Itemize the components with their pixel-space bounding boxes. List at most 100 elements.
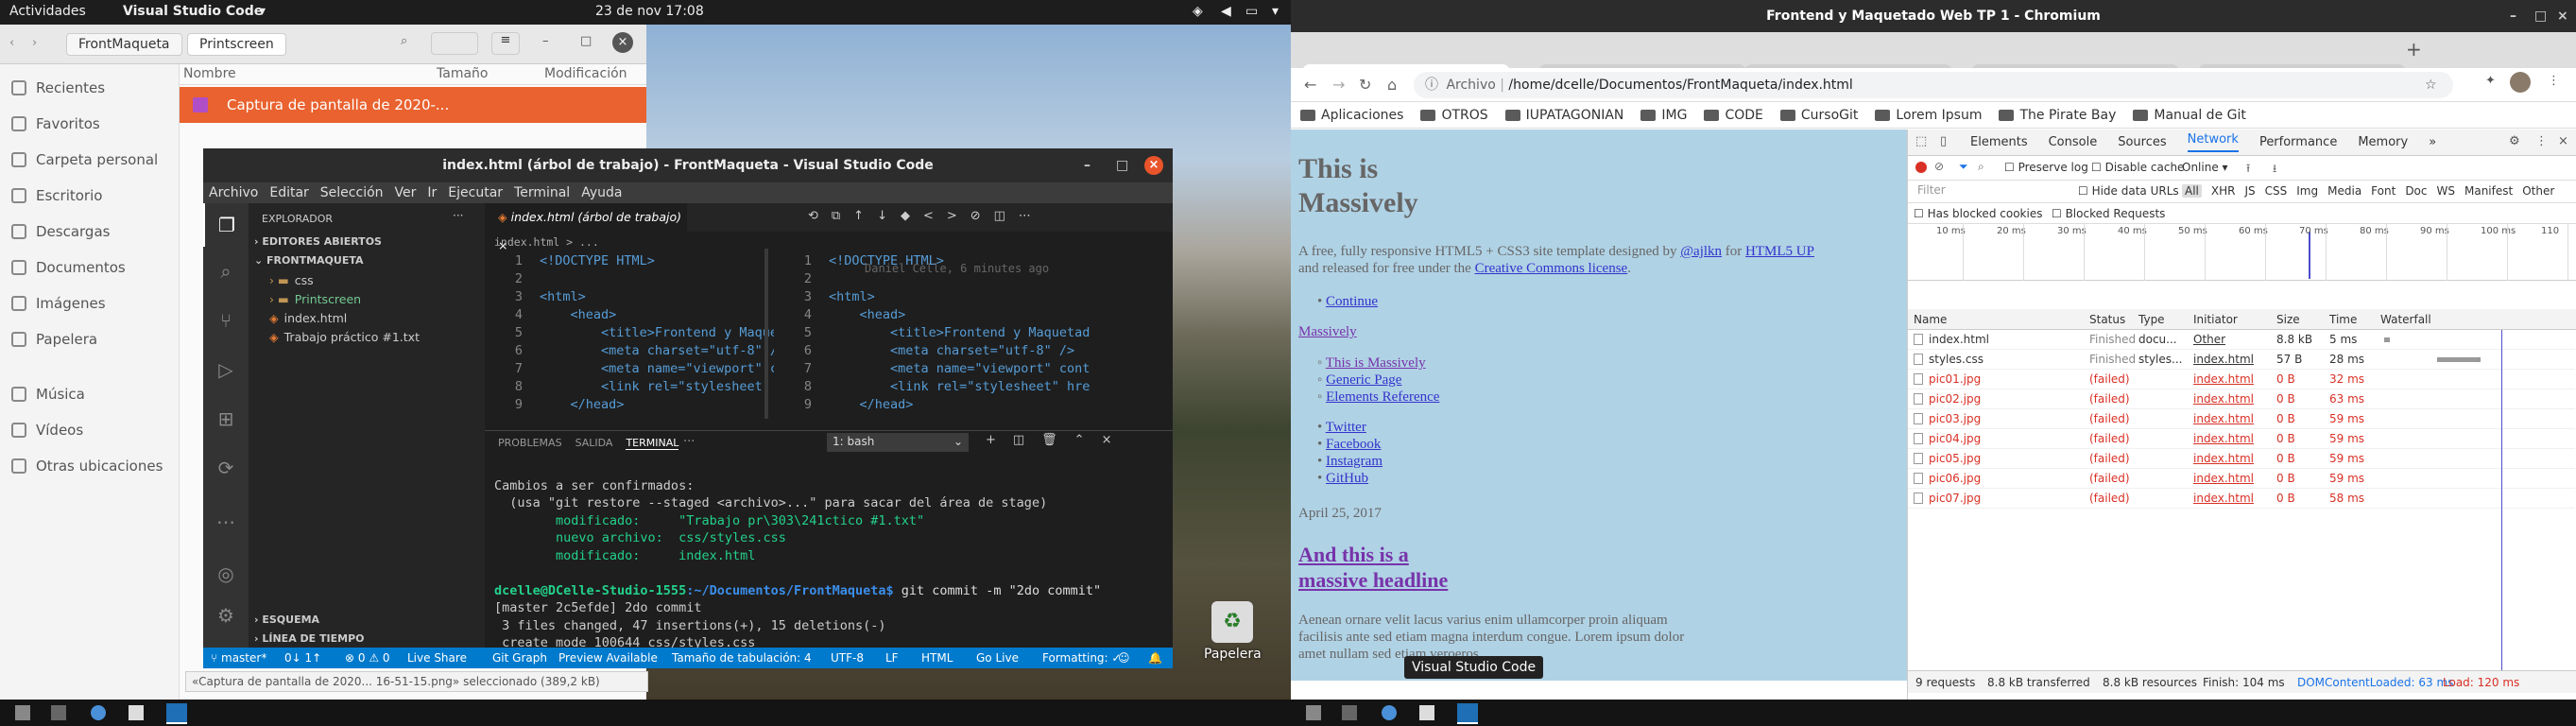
panel-tab[interactable]: PROBLEMAS bbox=[498, 437, 562, 450]
gear-icon[interactable]: ⚙ bbox=[2509, 134, 2520, 148]
editor-tab-active[interactable]: ◈ index.html (árbol de trabajo) × bbox=[485, 203, 687, 252]
column-header[interactable]: Size bbox=[2276, 313, 2300, 326]
preview-status[interactable]: Preview Available bbox=[558, 648, 658, 668]
request-row[interactable]: pic06.jpg (failed) index.html 0 B 59 ms bbox=[1908, 469, 2575, 489]
sidebar-item[interactable]: Papelera bbox=[0, 321, 179, 357]
open-editors-section[interactable]: › EDITORES ABIERTOS bbox=[254, 235, 382, 248]
volume-icon[interactable]: ◀ bbox=[1221, 4, 1231, 19]
sidebar-item[interactable]: Recientes bbox=[0, 70, 179, 106]
cell-init[interactable]: index.html bbox=[2193, 452, 2254, 465]
bookmark[interactable]: CursoGit bbox=[1779, 108, 1858, 123]
column-header[interactable]: Name bbox=[1914, 313, 1947, 326]
column-size[interactable]: Tamaño bbox=[437, 66, 488, 81]
devtools-tab[interactable]: Sources bbox=[2118, 135, 2166, 149]
disable-cache-checkbox[interactable]: ☐ Disable cache bbox=[2091, 161, 2184, 174]
feedback-icon[interactable]: ☺ bbox=[1118, 648, 1130, 668]
nav-link[interactable]: Elements Reference bbox=[1326, 389, 1439, 405]
shell-select[interactable]: 1: bash ⌄ bbox=[827, 433, 969, 452]
menu-item[interactable]: Editar bbox=[269, 185, 308, 200]
bookmark[interactable]: Aplicaciones bbox=[1300, 108, 1403, 123]
panel-tab[interactable]: TERMINAL bbox=[626, 437, 679, 450]
request-row[interactable]: pic05.jpg (failed) index.html 0 B 59 ms bbox=[1908, 449, 2575, 469]
cell-init[interactable]: Other bbox=[2193, 333, 2225, 346]
request-row[interactable]: pic01.jpg (failed) index.html 0 B 32 ms bbox=[1908, 370, 2575, 389]
tree-item[interactable]: ◈ Trabajo práctico #1.txt bbox=[269, 328, 420, 347]
golive-button[interactable]: Go Live bbox=[976, 648, 1019, 668]
continue-link[interactable]: Continue bbox=[1326, 294, 1378, 309]
editor-app-icon[interactable] bbox=[1419, 705, 1434, 720]
panel-actions[interactable]: +◫🗑⌃× bbox=[986, 433, 1128, 447]
wifi-icon[interactable]: ◈ bbox=[1193, 4, 1203, 19]
hide-data-urls-checkbox[interactable]: ☐ Hide data URLs bbox=[2078, 184, 2179, 198]
type-filter[interactable]: WS bbox=[2437, 184, 2455, 198]
home-icon[interactable]: ⌂ bbox=[1387, 76, 1397, 94]
type-filter[interactable]: Media bbox=[2327, 184, 2361, 198]
bookmark[interactable]: IUPATAGONIAN bbox=[1504, 108, 1623, 123]
gitgraph-button[interactable]: Git Graph bbox=[492, 648, 547, 668]
maximize-icon[interactable]: □ bbox=[2534, 0, 2547, 32]
extensions-icon[interactable]: ✦ bbox=[2485, 74, 2496, 88]
cell-init[interactable]: index.html bbox=[2193, 412, 2254, 425]
minimize-icon[interactable]: – bbox=[2510, 0, 2516, 32]
request-row[interactable]: pic02.jpg (failed) index.html 0 B 63 ms bbox=[1908, 389, 2575, 409]
sidebar-item[interactable]: Documentos bbox=[0, 250, 179, 285]
search-icon[interactable]: ⌕ bbox=[401, 34, 407, 48]
avatar[interactable] bbox=[2510, 72, 2531, 93]
editor-right[interactable]: 1 <!DOCTYPE HTML> 2 3 <html> 4 <head> 5 <title… bbox=[774, 252, 1133, 423]
menu-item[interactable]: Terminal bbox=[514, 185, 570, 200]
cell-init[interactable]: index.html bbox=[2193, 432, 2254, 445]
type-filter[interactable]: JS bbox=[2244, 184, 2255, 198]
more-icon[interactable]: ··· bbox=[683, 435, 695, 449]
menu-item[interactable]: Ayuda bbox=[581, 185, 622, 200]
close-icon[interactable]: × bbox=[2557, 0, 2568, 32]
sync-indicator[interactable]: 0↓ 1↑ bbox=[284, 648, 321, 668]
request-row[interactable]: pic04.jpg (failed) index.html 0 B 59 ms bbox=[1908, 429, 2575, 449]
menu-item[interactable]: Ir bbox=[427, 185, 437, 200]
editor-actions[interactable]: ⟲⧉↑↓◆<>⊘◫⋯ bbox=[808, 209, 1044, 223]
editor-left[interactable]: 1 <!DOCTYPE HTML> 2 3 <html> 4 <head> 5 <title… bbox=[485, 252, 800, 423]
devtools-tab[interactable]: Console bbox=[2049, 135, 2098, 149]
panel-tab[interactable]: SALIDA bbox=[575, 437, 613, 450]
back-icon[interactable]: ← bbox=[1304, 76, 1316, 94]
clear-icon[interactable]: ⊘ bbox=[1934, 160, 1944, 173]
type-filter[interactable]: Doc bbox=[2405, 184, 2427, 198]
column-modified[interactable]: Modificación bbox=[544, 66, 627, 81]
cell-init[interactable]: index.html bbox=[2193, 372, 2254, 386]
eol[interactable]: LF bbox=[885, 648, 899, 668]
branch-indicator[interactable]: ⑂ master* bbox=[211, 648, 266, 668]
devtools-tab[interactable]: Memory bbox=[2358, 135, 2408, 149]
more-icon[interactable]: … bbox=[203, 493, 249, 542]
language-mode[interactable]: HTML bbox=[921, 648, 953, 668]
run-debug-icon[interactable]: ▷ bbox=[203, 345, 249, 394]
file-row-selected[interactable]: Captura de pantalla de 2020-... bbox=[180, 87, 646, 123]
remote-icon[interactable]: ⟳ bbox=[203, 443, 249, 493]
scrollbar[interactable] bbox=[764, 249, 768, 419]
timeline-overview[interactable]: 10 ms 20 ms 30 ms 40 ms 50 ms 60 ms 70 ms 80 ms… bbox=[1908, 224, 2576, 281]
devtools-tab[interactable]: Performance bbox=[2259, 135, 2337, 149]
kebab-menu-icon[interactable]: ⋮ bbox=[2535, 134, 2548, 148]
search-icon[interactable]: ⌕ bbox=[203, 247, 249, 296]
star-icon[interactable]: ☆ bbox=[2425, 72, 2437, 98]
back-icon[interactable]: ‹ bbox=[9, 36, 14, 50]
bookmark[interactable]: CODE bbox=[1704, 108, 1763, 123]
menu-item[interactable]: Ejecutar bbox=[448, 185, 503, 200]
minimize-icon[interactable]: – bbox=[1084, 148, 1091, 182]
column-name[interactable]: Nombre bbox=[183, 66, 236, 81]
type-filter[interactable]: CSS bbox=[2265, 184, 2288, 198]
forward-icon[interactable]: → bbox=[1332, 76, 1345, 94]
tree-item[interactable]: ◈ index.html bbox=[269, 309, 420, 328]
nav-link[interactable]: This is Massively bbox=[1326, 355, 1426, 371]
path-segment[interactable]: FrontMaqueta bbox=[66, 33, 182, 56]
bookmark[interactable]: The Pirate Bay bbox=[1999, 108, 2116, 123]
explorer-icon[interactable]: ❐ bbox=[203, 203, 249, 247]
chromium-app-icon[interactable] bbox=[91, 705, 106, 720]
new-tab-icon[interactable]: + bbox=[2406, 38, 2422, 60]
type-filter[interactable]: Font bbox=[2371, 184, 2396, 198]
trash-icon[interactable]: ♻ bbox=[1211, 601, 1253, 643]
extensions-icon[interactable]: ⊞ bbox=[203, 394, 249, 443]
terminal-output[interactable]: Cambios a ser confirmados: (usa "git res… bbox=[494, 459, 1156, 669]
type-filter[interactable]: Other bbox=[2522, 184, 2554, 198]
social-link[interactable]: Twitter bbox=[1326, 420, 1366, 435]
breadcrumb[interactable]: index.html > ... bbox=[494, 235, 599, 249]
sidebar-item[interactable]: Descargas bbox=[0, 214, 179, 250]
